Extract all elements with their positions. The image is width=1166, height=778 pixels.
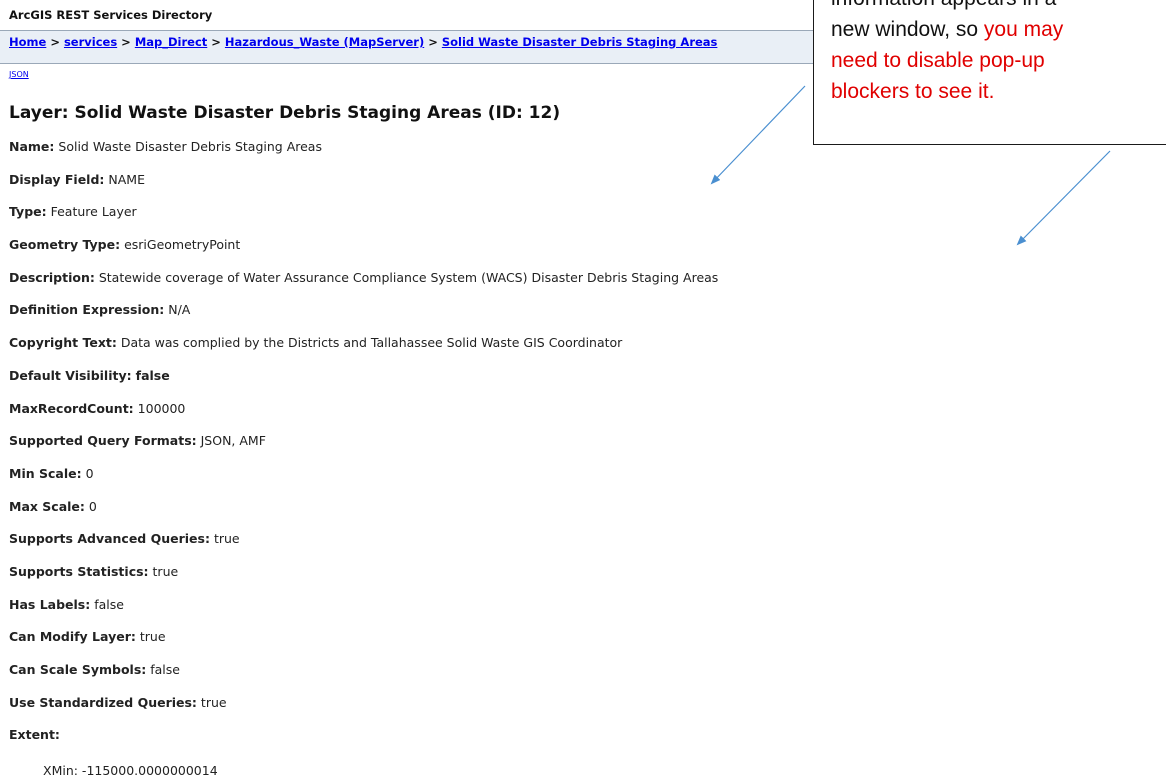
property-label: MaxRecordCount:: [9, 400, 134, 416]
breadcrumb-layer-link[interactable]: Solid Waste Disaster Debris Staging Area…: [442, 35, 718, 49]
property-item: Extent:: [9, 728, 718, 761]
property-item: Has Labels: false: [9, 596, 718, 631]
callout-warning-text: blockers to see it.: [831, 80, 995, 103]
breadcrumb-map-direct-link[interactable]: Map_Direct: [135, 35, 207, 49]
property-label: Name:: [9, 139, 55, 154]
property-value: NAME: [108, 171, 145, 187]
property-value: 0: [88, 498, 97, 514]
property-label: Copyright Text:: [9, 335, 117, 351]
property-item: Use Standardized Queries: true: [9, 694, 718, 729]
property-item: Description: Statewide coverage of Water…: [9, 269, 719, 304]
property-value: 100000: [137, 400, 186, 416]
property-label: Can Scale Symbols:: [9, 662, 147, 677]
property-item: Min Scale: 0: [9, 465, 718, 500]
property-value: Feature Layer: [50, 204, 137, 220]
property-label: Default Visibility:: [9, 367, 132, 383]
property-item: Supports Statistics: true: [9, 563, 718, 598]
property-item: Can Modify Layer: true: [9, 630, 718, 663]
property-item: Geometry Type: esriGeometryPoint: [9, 238, 718, 271]
property-value: Data was complied by the Districts and T…: [120, 335, 623, 351]
breadcrumb-home-link[interactable]: Home: [9, 35, 46, 49]
callout-text: new window, so: [831, 18, 984, 41]
property-value: true: [139, 629, 166, 645]
property-label: Description:: [9, 269, 95, 285]
property-value: Solid Waste Disaster Debris Staging Area…: [58, 139, 322, 154]
callout-line: information appears in a: [831, 0, 1166, 14]
annotation-arrow: [710, 85, 806, 185]
property-label: Geometry Type:: [9, 237, 121, 253]
layer-properties-list: Name: Solid Waste Disaster Debris Stagin…: [9, 140, 718, 761]
property-label: Display Field:: [9, 171, 105, 187]
property-item: Copyright Text: Data was complied by the…: [9, 336, 718, 369]
property-label: Supports Advanced Queries:: [9, 531, 210, 547]
property-item: Definition Expression: N/A: [9, 303, 718, 336]
breadcrumb-separator: >: [50, 35, 60, 49]
breadcrumb: Home > services > Map_Direct > Hazardous_Waste…: [9, 35, 717, 49]
breadcrumb-separator: >: [428, 35, 438, 49]
property-item: Max Scale: 0: [9, 498, 718, 533]
annotation-arrow: [1016, 150, 1111, 246]
property-label: Extent:: [9, 727, 60, 743]
property-label: Max Scale:: [9, 498, 85, 514]
property-label: Type:: [9, 204, 47, 220]
property-value: 0: [85, 465, 94, 481]
property-label: Min Scale:: [9, 465, 82, 481]
json-link[interactable]: JSON: [9, 70, 29, 79]
property-value: N/A: [168, 302, 191, 318]
property-item: Name: Solid Waste Disaster Debris Stagin…: [9, 140, 718, 173]
extent-xmin: XMin: -115000.0000000014: [43, 763, 218, 778]
breadcrumb-services-link[interactable]: services: [64, 35, 117, 49]
annotation-callout: information appears in a new window, so …: [813, 0, 1166, 145]
property-item: Display Field: NAME: [9, 171, 718, 206]
property-value: JSON, AMF: [200, 433, 266, 449]
page-title: Layer: Solid Waste Disaster Debris Stagi…: [9, 103, 561, 123]
property-value: true: [200, 694, 227, 710]
property-value: false: [135, 367, 170, 383]
property-item: Supported Query Formats: JSON, AMF: [9, 434, 718, 467]
breadcrumb-hazardous-waste-link[interactable]: Hazardous_Waste (MapServer): [225, 35, 424, 49]
callout-warning-text: you may: [983, 18, 1064, 41]
property-label: Has Labels:: [9, 596, 91, 612]
property-item: Default Visibility: false: [9, 367, 718, 402]
property-label: Supported Query Formats:: [9, 433, 197, 449]
property-item: Can Scale Symbols: false: [9, 663, 718, 696]
property-label: Definition Expression:: [9, 302, 165, 318]
property-value: true: [213, 531, 240, 547]
property-label: Can Modify Layer:: [9, 629, 136, 645]
property-item: Supports Advanced Queries: true: [9, 532, 718, 565]
property-value: Statewide coverage of Water Assurance Co…: [98, 269, 719, 285]
directory-title: ArcGIS REST Services Directory: [9, 8, 213, 22]
breadcrumb-separator: >: [211, 35, 221, 49]
breadcrumb-separator: >: [121, 35, 131, 49]
property-value: false: [94, 596, 124, 612]
property-label: Supports Statistics:: [9, 563, 149, 579]
property-value: true: [152, 563, 179, 579]
property-value: esriGeometryPoint: [124, 237, 241, 253]
property-item: Type: Feature Layer: [9, 205, 718, 238]
callout-line: new window, so you may: [831, 14, 1166, 45]
property-item: MaxRecordCount: 100000: [9, 400, 718, 435]
callout-warning-text: need to disable pop-up: [831, 49, 1045, 72]
property-value: false: [150, 662, 180, 677]
property-label: Use Standardized Queries:: [9, 694, 197, 710]
